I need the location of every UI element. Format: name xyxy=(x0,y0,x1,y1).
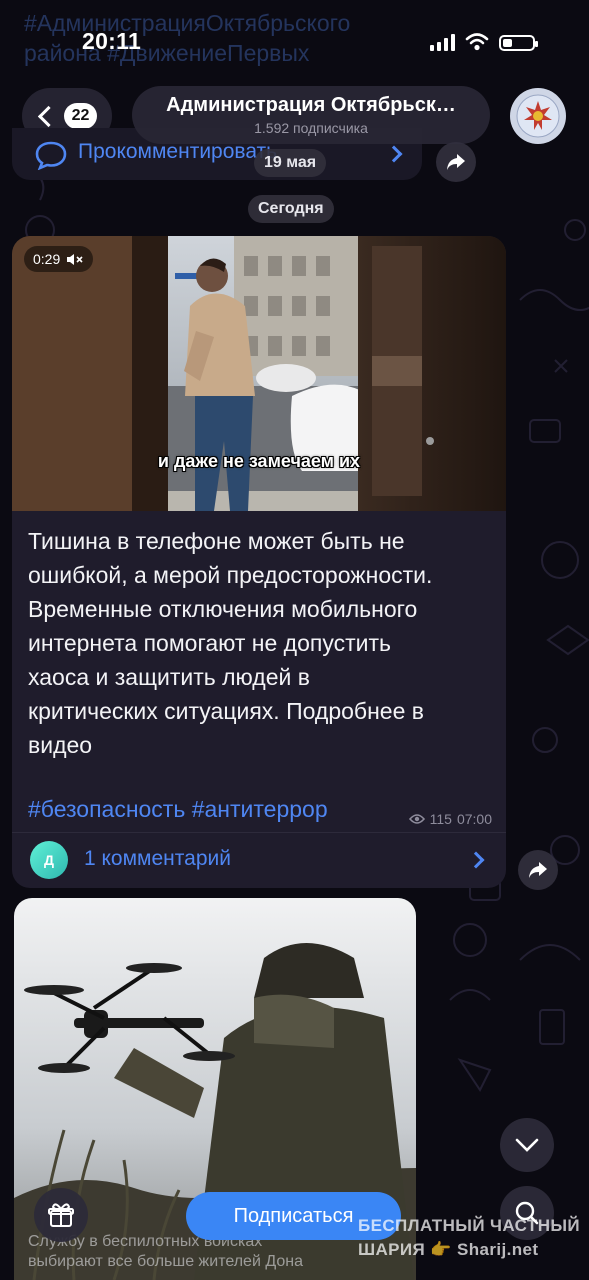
post-meta: 115 07:00 xyxy=(408,811,492,827)
subscriber-count: 1.592 подписчика xyxy=(254,120,368,136)
post-hashtags[interactable]: #безопасность #антитеррор xyxy=(28,796,328,823)
chevron-right-icon xyxy=(385,145,403,163)
comment-icon xyxy=(35,141,67,170)
video-duration-badge[interactable]: 0:29 xyxy=(24,246,94,272)
channel-title-pill[interactable]: Администрация Октябрьск… 1.592 подписчик… xyxy=(132,86,490,144)
video-duration: 0:29 xyxy=(33,251,61,267)
scroll-down-button[interactable] xyxy=(500,1118,554,1172)
chevron-right-icon xyxy=(467,851,485,869)
back-chevron-icon xyxy=(37,105,59,127)
signal-icon xyxy=(430,33,455,51)
share-icon xyxy=(447,154,465,170)
watermark: БЕСПЛАТНЫЙ ЧАСТНЫЙ ШАРИЯ 👉 Sharij.net xyxy=(358,1214,588,1262)
status-bar: 20:11 xyxy=(0,0,589,80)
gift-icon xyxy=(48,1203,74,1227)
video-player[interactable]: 0:29 и даже не замечаем их xyxy=(12,236,506,511)
wifi-icon xyxy=(465,33,489,51)
gift-button[interactable] xyxy=(34,1188,88,1242)
commenter-avatar: Д xyxy=(30,841,68,879)
eye-icon xyxy=(408,814,425,824)
post-time: 07:00 xyxy=(456,811,492,827)
channel-name: Администрация Октябрьск… xyxy=(166,94,456,116)
clock: 20:11 xyxy=(82,28,142,54)
post-text: Тишина в телефоне может быть не ошибкой,… xyxy=(28,528,433,758)
comments-row[interactable]: Д 1 комментарий xyxy=(12,833,506,888)
status-icons xyxy=(430,33,538,51)
watermark-line1: БЕСПЛАТНЫЙ ЧАСТНЫЙ xyxy=(358,1216,581,1235)
view-count: 115 xyxy=(429,811,452,827)
comments-count-label: 1 комментарий xyxy=(84,847,231,870)
video-subtitle: и даже не замечаем их xyxy=(157,451,361,471)
date-separator: Сегодня xyxy=(248,195,334,223)
watermark-line2: ШАРИЯ 👉 Sharij.net xyxy=(358,1240,539,1259)
share-button[interactable] xyxy=(518,850,558,890)
unread-count-badge: 22 xyxy=(63,103,98,129)
share-button-previous[interactable] xyxy=(436,142,476,182)
channel-post: 0:29 и даже не замечаем их Тишина в теле… xyxy=(12,236,506,888)
speaker-muted-icon xyxy=(67,253,83,265)
channel-avatar[interactable] xyxy=(510,88,566,144)
coat-of-arms-icon xyxy=(516,94,560,138)
battery-icon xyxy=(499,35,538,51)
chevron-down-icon xyxy=(515,1138,539,1152)
date-badge: 19 мая xyxy=(254,149,327,177)
share-icon xyxy=(529,862,547,878)
